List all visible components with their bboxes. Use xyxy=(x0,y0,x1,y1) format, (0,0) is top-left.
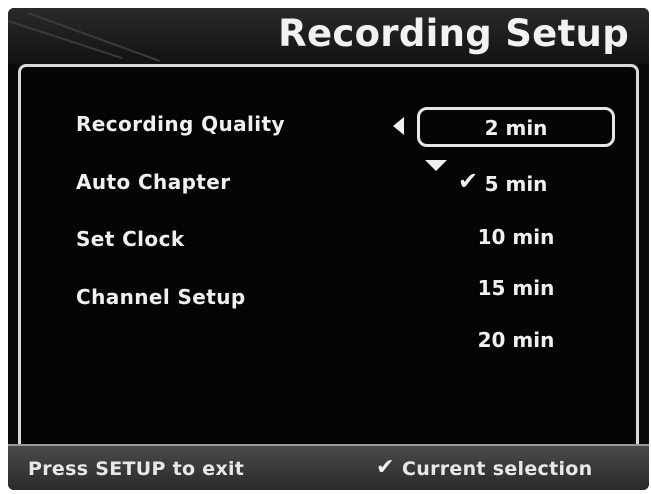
option-10-min[interactable]: 10 min xyxy=(461,225,571,249)
menu-item-set-clock[interactable]: Set Clock xyxy=(76,227,185,251)
menu-item-auto-chapter[interactable]: Auto Chapter xyxy=(76,170,231,194)
option-20-min[interactable]: 20 min xyxy=(461,328,571,352)
option-2-min[interactable]: 2 min xyxy=(461,116,571,140)
osd-screen: Recording Setup Recording Quality Auto C… xyxy=(8,8,649,490)
option-15-min[interactable]: 15 min xyxy=(461,276,571,300)
header-decoration xyxy=(27,12,160,62)
exit-hint: Press SETUP to exit xyxy=(28,458,245,480)
footer-bar: Press SETUP to exit ✔ Current selection xyxy=(8,444,649,490)
option-5-min[interactable]: 5 min xyxy=(461,172,571,196)
menu-item-channel-setup[interactable]: Channel Setup xyxy=(76,285,246,309)
check-mark-icon: ✔ xyxy=(376,455,395,480)
menu-item-recording-quality[interactable]: Recording Quality xyxy=(76,112,285,136)
page-title: Recording Setup xyxy=(278,12,629,55)
settings-panel: Recording Quality Auto Chapter Set Clock… xyxy=(18,64,639,444)
triangle-down-icon[interactable] xyxy=(425,160,447,171)
triangle-left-icon[interactable] xyxy=(393,117,404,135)
current-selection-legend: Current selection xyxy=(402,458,593,480)
header-bar: Recording Setup xyxy=(8,8,649,64)
